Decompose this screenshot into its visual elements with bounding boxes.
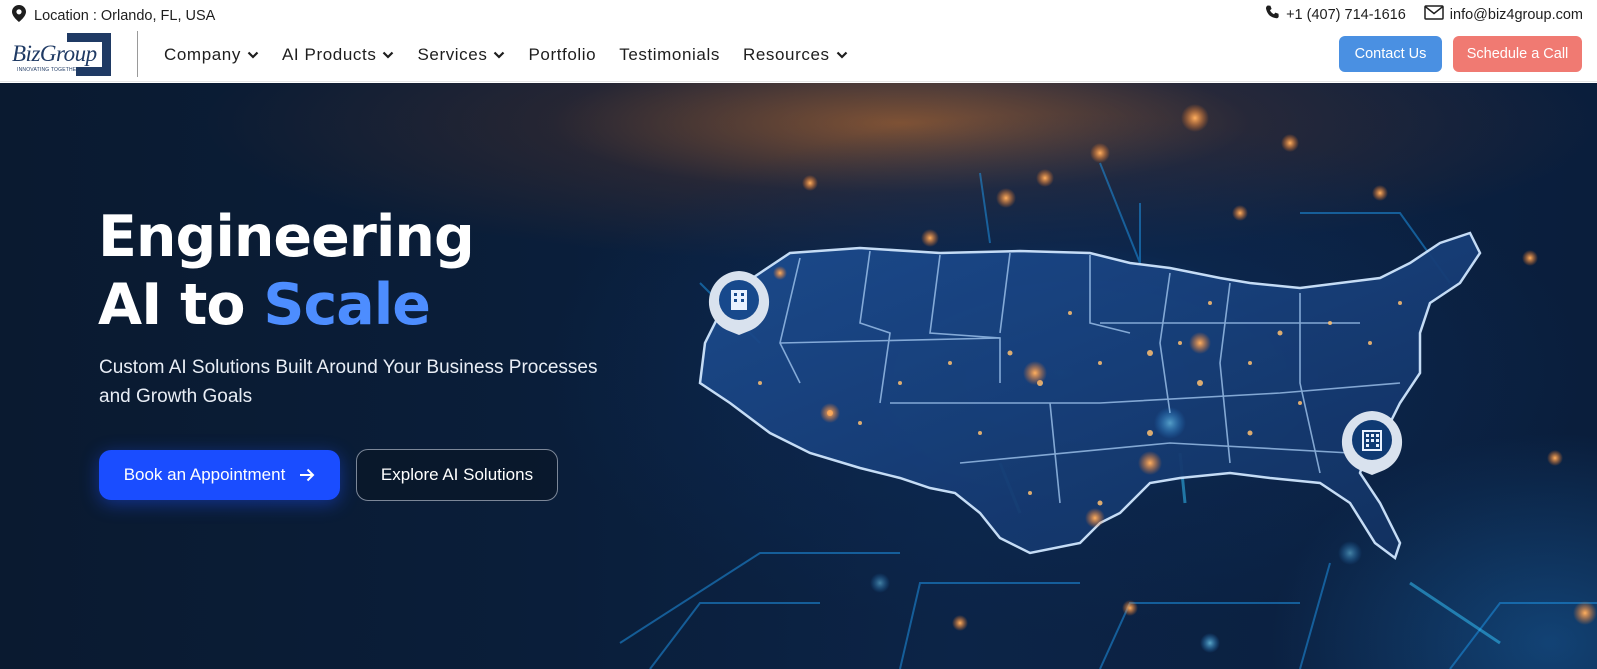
hero-title-prefix: AI to <box>98 272 264 338</box>
contact-us-button[interactable]: Contact Us <box>1339 36 1442 72</box>
logo-name: BizGroup <box>12 41 97 66</box>
contact-info: +1 (407) 714-1616 info@biz4group.com <box>1265 5 1583 24</box>
hero-title: Engineering AI to Scale <box>98 203 475 339</box>
nav-item-label: Company <box>164 45 241 64</box>
book-appointment-button[interactable]: Book an Appointment <box>99 450 340 500</box>
nav-item-ai-products[interactable]: AI Products <box>282 45 394 65</box>
location-pin-west-icon <box>708 271 770 335</box>
book-appointment-label: Book an Appointment <box>123 465 286 484</box>
nav-item-label: Resources <box>742 45 830 64</box>
logo-tagline: INNOVATING TOGETHER <box>17 67 81 73</box>
chevron-down-icon <box>247 51 259 59</box>
location-info: Location : Orlando, FL, USA <box>12 5 215 26</box>
site-logo[interactable]: BizGroup INNOVATING TOGETHER <box>12 31 112 77</box>
explore-ai-solutions-button[interactable]: Explore AI Solutions <box>356 449 558 501</box>
email-text: info@biz4group.com <box>1449 6 1583 23</box>
nav-item-company[interactable]: Company <box>164 45 259 65</box>
mail-icon <box>1424 5 1444 24</box>
main-navbar: BizGroup INNOVATING TOGETHER Company AI … <box>0 28 1597 82</box>
schedule-call-button[interactable]: Schedule a Call <box>1453 36 1582 72</box>
nav-item-portfolio[interactable]: Portfolio <box>528 45 596 65</box>
primary-nav: Company AI Products Services Portfolio T… <box>164 28 871 82</box>
nav-item-label: Portfolio <box>528 45 597 64</box>
phone-text: +1 (407) 714-1616 <box>1286 6 1406 23</box>
chevron-down-icon <box>383 51 394 59</box>
location-pin-east-icon <box>1341 411 1403 475</box>
arrow-right-icon <box>300 468 315 482</box>
nav-item-label: AI Products <box>281 45 377 64</box>
hero-title-accent: Scale <box>263 272 431 338</box>
hero-title-line1: Engineering <box>98 204 475 270</box>
chevron-down-icon <box>836 51 847 59</box>
top-info-bar: Location : Orlando, FL, USA +1 (407) 714… <box>0 0 1597 28</box>
nav-item-label: Services <box>417 45 488 64</box>
location-text: Location : Orlando, FL, USA <box>34 7 216 24</box>
phone-icon <box>1265 5 1280 24</box>
hero-section: Engineering AI to Scale Custom AI Soluti… <box>0 83 1597 669</box>
nav-divider <box>137 31 138 77</box>
hero-subtitle: Custom AI Solutions Built Around Your Bu… <box>99 357 598 407</box>
phone-link[interactable]: +1 (407) 714-1616 <box>1265 5 1406 24</box>
chevron-down-icon <box>494 51 505 59</box>
hero-title-line2: AI to Scale <box>98 271 474 339</box>
nav-item-testimonials[interactable]: Testimonials <box>619 45 720 65</box>
nav-item-services[interactable]: Services <box>417 45 505 65</box>
email-link[interactable]: info@biz4group.com <box>1424 5 1583 24</box>
nav-item-resources[interactable]: Resources <box>743 45 848 65</box>
nav-item-label: Testimonials <box>619 45 720 64</box>
map-pin-icon <box>12 5 26 26</box>
